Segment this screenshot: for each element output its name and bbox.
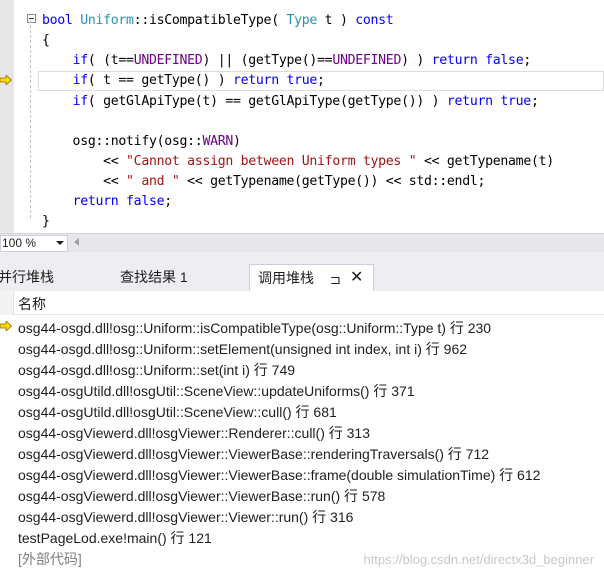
row-gutter bbox=[0, 379, 14, 400]
call-stack-row[interactable]: osg44-osgViewerd.dll!osgViewer::Renderer… bbox=[0, 421, 604, 442]
row-gutter bbox=[0, 505, 14, 526]
editor-bottom-bar: 100 % bbox=[0, 233, 604, 252]
call-stack-row[interactable]: osg44-osgUtild.dll!osgUtil::SceneView::c… bbox=[0, 400, 604, 421]
call-stack-frame-text: osg44-osgd.dll!osg::Uniform::set(int i) … bbox=[18, 362, 296, 378]
call-stack-row[interactable]: osg44-osgUtild.dll!osgUtil::SceneView::u… bbox=[0, 379, 604, 400]
code-line[interactable]: if( getGlApiType(t) == getGlApiType(getT… bbox=[42, 92, 554, 112]
call-stack-frame-text: osg44-osgViewerd.dll!osgViewer::Renderer… bbox=[18, 425, 370, 441]
call-stack-frame-text: osg44-osgd.dll!osg::Uniform::isCompatibl… bbox=[18, 320, 492, 336]
row-gutter bbox=[0, 463, 14, 484]
call-stack-frame-text: [外部代码] bbox=[18, 551, 82, 567]
row-gutter bbox=[0, 484, 14, 505]
row-gutter bbox=[0, 526, 14, 547]
code-line[interactable]: << " and " << getTypename(getType()) << … bbox=[42, 172, 554, 192]
grid-header: 名称 bbox=[0, 291, 604, 315]
code-line[interactable] bbox=[42, 112, 554, 132]
current-frame-arrow-icon bbox=[0, 321, 12, 331]
code-line[interactable]: << "Cannot assign between Uniform types … bbox=[42, 152, 554, 172]
tab-find-results[interactable]: 查找结果 1 bbox=[120, 264, 210, 292]
call-stack-row[interactable]: testPageLod.exe!main() 行 121 bbox=[0, 526, 604, 547]
call-stack-frame-text: osg44-osgViewerd.dll!osgViewer::ViewerBa… bbox=[18, 446, 490, 462]
call-stack-frame-text: osg44-osgViewerd.dll!osgViewer::ViewerBa… bbox=[18, 467, 541, 483]
tab-label: 调用堆栈 bbox=[258, 270, 314, 286]
outline-collapse-toggle[interactable] bbox=[27, 14, 36, 23]
call-stack-row[interactable]: osg44-osgViewerd.dll!osgViewer::ViewerBa… bbox=[0, 463, 604, 484]
tab-label: 查找结果 1 bbox=[120, 269, 188, 285]
instruction-pointer-arrow-icon bbox=[0, 75, 12, 85]
outline-guide-line bbox=[30, 20, 31, 218]
row-gutter bbox=[0, 442, 14, 463]
code-line[interactable]: } bbox=[42, 212, 554, 232]
editor-indicator-margin[interactable] bbox=[0, 0, 14, 233]
call-stack-frame-text: testPageLod.exe!main() 行 121 bbox=[18, 530, 212, 546]
code-line[interactable]: osg::notify(osg::WARN) bbox=[42, 132, 554, 152]
call-stack-row[interactable]: osg44-osgViewerd.dll!osgViewer::ViewerBa… bbox=[0, 442, 604, 463]
tool-window-tabstrip: 并行堆栈 查找结果 1 调用堆栈 ⊐ ✕ bbox=[0, 252, 604, 292]
scroll-left-arrow-icon[interactable] bbox=[74, 238, 79, 246]
call-stack-row[interactable]: osg44-osgViewerd.dll!osgViewer::Viewer::… bbox=[0, 505, 604, 526]
call-stack-row[interactable]: osg44-osgd.dll!osg::Uniform::set(int i) … bbox=[0, 358, 604, 379]
code-line[interactable]: bool Uniform::isCompatibleType( Type t )… bbox=[42, 11, 554, 31]
tab-label: 并行堆栈 bbox=[0, 269, 54, 285]
code-line[interactable]: { bbox=[42, 31, 554, 51]
chevron-down-icon bbox=[56, 241, 64, 245]
call-stack-frame-text: osg44-osgUtild.dll!osgUtil::SceneView::c… bbox=[18, 404, 337, 420]
call-stack-row[interactable]: osg44-osgd.dll!osg::Uniform::isCompatibl… bbox=[0, 316, 604, 337]
row-gutter bbox=[0, 358, 14, 379]
call-stack-row[interactable]: osg44-osgViewerd.dll!osgViewer::ViewerBa… bbox=[0, 484, 604, 505]
call-stack-frame-text: osg44-osgd.dll!osg::Uniform::setElement(… bbox=[18, 341, 468, 357]
code-line[interactable]: if( t == getType() ) return true; bbox=[42, 71, 554, 91]
tab-call-stack[interactable]: 调用堆栈 ⊐ ✕ bbox=[249, 264, 374, 292]
row-gutter bbox=[0, 547, 14, 568]
call-stack-grid[interactable]: 名称 osg44-osgd.dll!osg::Uniform::isCompat… bbox=[0, 291, 604, 579]
source-code[interactable]: bool Uniform::isCompatibleType( Type t )… bbox=[42, 11, 554, 233]
row-gutter bbox=[0, 316, 14, 337]
call-stack-frame-text: osg44-osgUtild.dll!osgUtil::SceneView::u… bbox=[18, 383, 415, 399]
code-editor[interactable]: bool Uniform::isCompatibleType( Type t )… bbox=[0, 0, 604, 233]
pin-icon[interactable]: ⊐ bbox=[330, 267, 341, 293]
row-gutter bbox=[0, 337, 14, 358]
tab-parallel-stacks[interactable]: 并行堆栈 bbox=[0, 264, 68, 292]
gutter-header bbox=[0, 291, 14, 315]
call-stack-row[interactable]: osg44-osgd.dll!osg::Uniform::setElement(… bbox=[0, 337, 604, 358]
watermark: https://blog.csdn.net/directx3d_beginner bbox=[363, 552, 594, 567]
code-line[interactable]: if( (t==UNDEFINED) || (getType()==UNDEFI… bbox=[42, 51, 554, 71]
close-icon[interactable]: ✕ bbox=[350, 265, 363, 291]
call-stack-frame-text: osg44-osgViewerd.dll!osgViewer::ViewerBa… bbox=[18, 488, 386, 504]
row-gutter bbox=[0, 421, 14, 442]
code-line[interactable]: return false; bbox=[42, 192, 554, 212]
call-stack-frame-text: osg44-osgViewerd.dll!osgViewer::Viewer::… bbox=[18, 509, 354, 525]
zoom-dropdown[interactable]: 100 % bbox=[0, 235, 68, 252]
column-header-name[interactable]: 名称 bbox=[18, 294, 46, 314]
zoom-value: 100 % bbox=[2, 236, 37, 250]
row-gutter bbox=[0, 400, 14, 421]
